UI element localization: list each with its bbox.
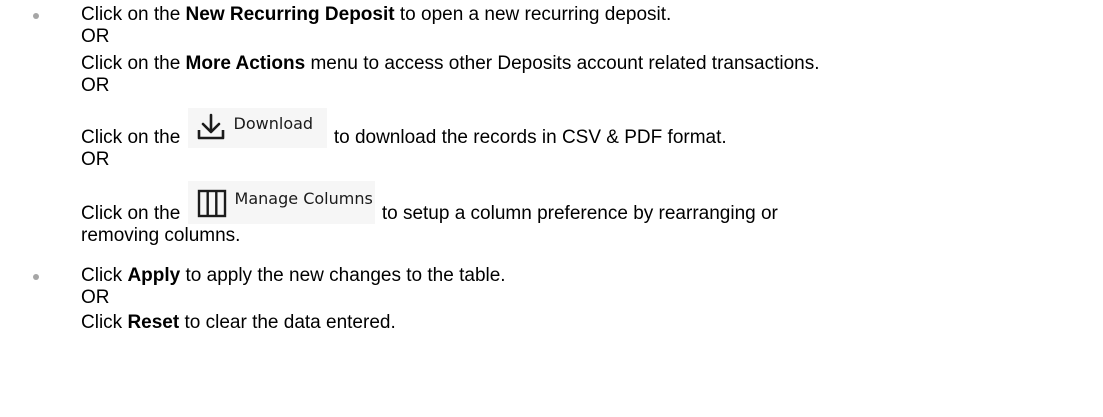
download-button-label: Download (233, 114, 314, 133)
bullet-icon (33, 274, 39, 280)
manage-columns-button-label: Manage Columns (234, 189, 373, 208)
line-text: menu to access other Deposits account re… (305, 53, 820, 74)
instruction-line-download: Click on the Download to download the re… (81, 108, 1103, 149)
reset-label: Reset (127, 312, 180, 333)
instruction-list: Click on the New Recurring Deposit to op… (0, 0, 1103, 334)
instruction-line-manage-columns: Click on the Manage Columns to setup a c… (81, 181, 1103, 225)
line-text: to open a new recurring deposit. (394, 4, 672, 25)
line-text: Click on the (81, 127, 186, 148)
instruction-line-manage-columns-continued: removing columns. (81, 225, 241, 246)
or-separator: OR (81, 26, 110, 47)
line-text: Click (81, 312, 128, 333)
download-button[interactable]: Download (187, 108, 327, 148)
bullet-icon (33, 13, 39, 19)
instruction-line-more-actions: Click on the More Actions menu to access… (81, 53, 1103, 75)
columns-icon (197, 189, 226, 218)
line-text: Click on the (81, 53, 186, 74)
manage-columns-button[interactable]: Manage Columns (187, 181, 375, 224)
line-text: Click on the (81, 4, 186, 25)
instruction-line-reset: Click Reset to clear the data entered. (81, 312, 1103, 334)
instruction-document: Click on the New Recurring Deposit to op… (0, 0, 1103, 417)
apply-label: Apply (127, 265, 181, 286)
line-text: to clear the data entered. (179, 312, 396, 333)
list-item: Click Apply to apply the new changes to … (0, 265, 1103, 334)
line-text: to setup a column preference by rearrang… (376, 203, 778, 224)
list-item: Click on the New Recurring Deposit to op… (0, 0, 1103, 247)
or-separator: OR (81, 75, 110, 96)
or-separator: OR (81, 287, 110, 308)
or-separator: OR (81, 149, 110, 170)
more-actions-label: More Actions (185, 53, 306, 74)
line-text: Click (81, 265, 128, 286)
new-recurring-deposit-label: New Recurring Deposit (185, 4, 395, 25)
download-icon (197, 113, 224, 140)
line-text: Click on the (81, 203, 186, 224)
line-text: to download the records in CSV & PDF for… (328, 127, 727, 148)
line-text: to apply the new changes to the table. (180, 265, 506, 286)
instruction-line-apply: Click Apply to apply the new changes to … (81, 265, 1103, 287)
instruction-line-new-deposit: Click on the New Recurring Deposit to op… (81, 4, 1103, 26)
